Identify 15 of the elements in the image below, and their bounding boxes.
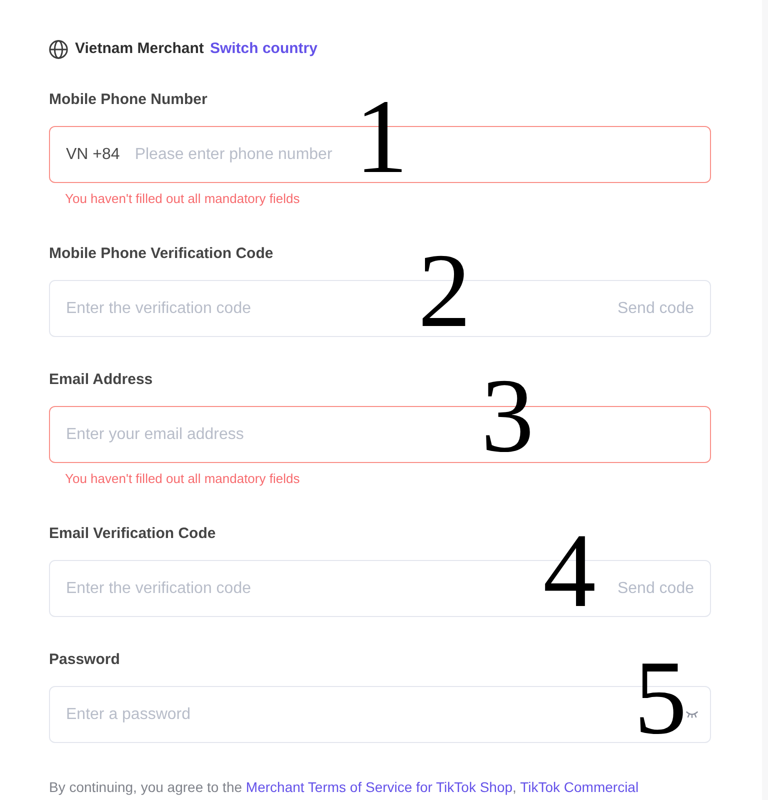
globe-icon [49, 40, 68, 58]
field-label: Password [49, 650, 120, 670]
terms-link[interactable]: Merchant Terms of Service for TikTok Shop [246, 779, 513, 795]
terms-link[interactable]: TikTok Commercial [520, 779, 639, 795]
error-message: You haven't filled out all mandatory fields [65, 470, 300, 488]
field-label: Email Address [49, 370, 153, 390]
error-message: You haven't filled out all mandatory fields [65, 190, 300, 208]
closed-eye-icon[interactable] [686, 711, 698, 718]
field-label: Mobile Phone Verification Code [49, 244, 274, 264]
field-label: Email Verification Code [49, 524, 216, 544]
terms-text: By continuing, you agree to the Merchant Terms of Service for TikTok Shop, TikTok Commercial [49, 778, 639, 797]
country-code[interactable]: VN +84 [66, 142, 120, 166]
merchant-region: Vietnam Merchant [75, 38, 204, 59]
field-label: Mobile Phone Number [49, 90, 208, 110]
switch-country-link[interactable]: Switch country [210, 38, 318, 60]
